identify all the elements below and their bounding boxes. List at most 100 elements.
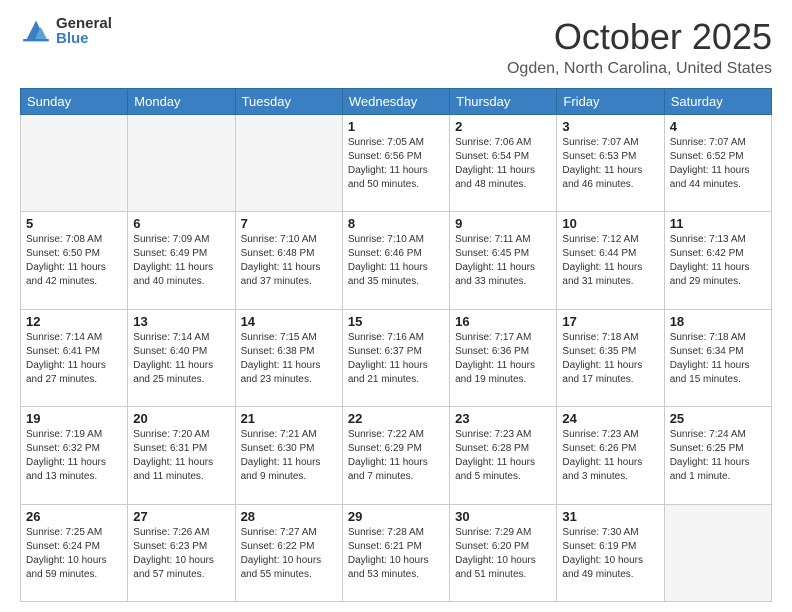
day-cell xyxy=(664,504,771,601)
header-row: SundayMondayTuesdayWednesdayThursdayFrid… xyxy=(21,89,772,115)
day-cell: 29 Sunrise: 7:28 AM Sunset: 6:21 PM Dayli… xyxy=(342,504,449,601)
day-cell: 10 Sunrise: 7:12 AM Sunset: 6:44 PM Dayli… xyxy=(557,212,664,309)
day-info: Sunrise: 7:23 AM Sunset: 6:26 PM Dayligh… xyxy=(562,428,658,484)
day-number: 6 xyxy=(133,216,229,231)
day-info: Sunrise: 7:26 AM Sunset: 6:23 PM Dayligh… xyxy=(133,526,229,582)
day-cell: 21 Sunrise: 7:21 AM Sunset: 6:30 PM Dayli… xyxy=(235,407,342,504)
day-cell: 4 Sunrise: 7:07 AM Sunset: 6:52 PM Daylig… xyxy=(664,115,771,212)
day-info: Sunrise: 7:27 AM Sunset: 6:22 PM Dayligh… xyxy=(241,526,337,582)
header-cell-tuesday: Tuesday xyxy=(235,89,342,115)
day-info: Sunrise: 7:15 AM Sunset: 6:38 PM Dayligh… xyxy=(241,331,337,387)
week-row-2: 12Sunrise: 7:14 AM Sunset: 6:41 PM Dayli… xyxy=(21,309,772,406)
day-number: 17 xyxy=(562,314,658,329)
day-cell: 24 Sunrise: 7:23 AM Sunset: 6:26 PM Dayli… xyxy=(557,407,664,504)
day-info: Sunrise: 7:28 AM Sunset: 6:21 PM Dayligh… xyxy=(348,526,444,582)
day-number: 19 xyxy=(26,411,122,426)
day-number: 7 xyxy=(241,216,337,231)
title-block: October 2025 Ogden, North Carolina, Unit… xyxy=(507,16,772,78)
day-cell: 28 Sunrise: 7:27 AM Sunset: 6:22 PM Dayli… xyxy=(235,504,342,601)
day-info: Sunrise: 7:07 AM Sunset: 6:52 PM Dayligh… xyxy=(670,136,766,192)
day-cell: 16 Sunrise: 7:17 AM Sunset: 6:36 PM Dayli… xyxy=(450,309,557,406)
day-number: 27 xyxy=(133,509,229,524)
day-cell xyxy=(128,115,235,212)
day-cell: 31 Sunrise: 7:30 AM Sunset: 6:19 PM Dayli… xyxy=(557,504,664,601)
day-info: Sunrise: 7:07 AM Sunset: 6:53 PM Dayligh… xyxy=(562,136,658,192)
day-cell xyxy=(235,115,342,212)
week-row-4: 26Sunrise: 7:25 AM Sunset: 6:24 PM Dayli… xyxy=(21,504,772,601)
day-cell: 22 Sunrise: 7:22 AM Sunset: 6:29 PM Dayli… xyxy=(342,407,449,504)
day-info: Sunrise: 7:18 AM Sunset: 6:35 PM Dayligh… xyxy=(562,331,658,387)
page: General Blue October 2025 Ogden, North C… xyxy=(0,0,792,612)
header-cell-sunday: Sunday xyxy=(21,89,128,115)
day-cell: 17 Sunrise: 7:18 AM Sunset: 6:35 PM Dayli… xyxy=(557,309,664,406)
day-info: Sunrise: 7:05 AM Sunset: 6:56 PM Dayligh… xyxy=(348,136,444,192)
day-number: 29 xyxy=(348,509,444,524)
day-cell: 9Sunrise: 7:11 AM Sunset: 6:45 PM Daylig… xyxy=(450,212,557,309)
day-info: Sunrise: 7:20 AM Sunset: 6:31 PM Dayligh… xyxy=(133,428,229,484)
day-number: 30 xyxy=(455,509,551,524)
header: General Blue October 2025 Ogden, North C… xyxy=(20,16,772,78)
day-number: 5 xyxy=(26,216,122,231)
day-number: 8 xyxy=(348,216,444,231)
day-cell: 8 Sunrise: 7:10 AM Sunset: 6:46 PM Daylig… xyxy=(342,212,449,309)
day-number: 14 xyxy=(241,314,337,329)
day-cell: 20Sunrise: 7:20 AM Sunset: 6:31 PM Dayli… xyxy=(128,407,235,504)
day-cell: 15 Sunrise: 7:16 AM Sunset: 6:37 PM Dayli… xyxy=(342,309,449,406)
day-info: Sunrise: 7:19 AM Sunset: 6:32 PM Dayligh… xyxy=(26,428,122,484)
header-cell-friday: Friday xyxy=(557,89,664,115)
day-number: 18 xyxy=(670,314,766,329)
day-number: 22 xyxy=(348,411,444,426)
day-number: 21 xyxy=(241,411,337,426)
day-info: Sunrise: 7:17 AM Sunset: 6:36 PM Dayligh… xyxy=(455,331,551,387)
day-number: 10 xyxy=(562,216,658,231)
day-number: 31 xyxy=(562,509,658,524)
day-info: Sunrise: 7:10 AM Sunset: 6:48 PM Dayligh… xyxy=(241,233,337,289)
day-info: Sunrise: 7:21 AM Sunset: 6:30 PM Dayligh… xyxy=(241,428,337,484)
day-cell: 2Sunrise: 7:06 AM Sunset: 6:54 PM Daylig… xyxy=(450,115,557,212)
logo-icon xyxy=(20,17,52,45)
calendar-header: SundayMondayTuesdayWednesdayThursdayFrid… xyxy=(21,89,772,115)
day-info: Sunrise: 7:18 AM Sunset: 6:34 PM Dayligh… xyxy=(670,331,766,387)
day-number: 24 xyxy=(562,411,658,426)
day-cell: 11 Sunrise: 7:13 AM Sunset: 6:42 PM Dayli… xyxy=(664,212,771,309)
day-cell: 23Sunrise: 7:23 AM Sunset: 6:28 PM Dayli… xyxy=(450,407,557,504)
day-number: 16 xyxy=(455,314,551,329)
day-info: Sunrise: 7:22 AM Sunset: 6:29 PM Dayligh… xyxy=(348,428,444,484)
week-row-0: 1 Sunrise: 7:05 AM Sunset: 6:56 PM Daylig… xyxy=(21,115,772,212)
day-info: Sunrise: 7:09 AM Sunset: 6:49 PM Dayligh… xyxy=(133,233,229,289)
day-info: Sunrise: 7:12 AM Sunset: 6:44 PM Dayligh… xyxy=(562,233,658,289)
day-number: 1 xyxy=(348,119,444,134)
day-info: Sunrise: 7:14 AM Sunset: 6:41 PM Dayligh… xyxy=(26,331,122,387)
day-cell: 13Sunrise: 7:14 AM Sunset: 6:40 PM Dayli… xyxy=(128,309,235,406)
header-cell-thursday: Thursday xyxy=(450,89,557,115)
day-number: 4 xyxy=(670,119,766,134)
day-number: 2 xyxy=(455,119,551,134)
day-cell: 12Sunrise: 7:14 AM Sunset: 6:41 PM Dayli… xyxy=(21,309,128,406)
day-info: Sunrise: 7:30 AM Sunset: 6:19 PM Dayligh… xyxy=(562,526,658,582)
header-cell-monday: Monday xyxy=(128,89,235,115)
day-info: Sunrise: 7:10 AM Sunset: 6:46 PM Dayligh… xyxy=(348,233,444,289)
day-number: 25 xyxy=(670,411,766,426)
day-info: Sunrise: 7:13 AM Sunset: 6:42 PM Dayligh… xyxy=(670,233,766,289)
day-info: Sunrise: 7:25 AM Sunset: 6:24 PM Dayligh… xyxy=(26,526,122,582)
day-cell: 1 Sunrise: 7:05 AM Sunset: 6:56 PM Daylig… xyxy=(342,115,449,212)
logo: General Blue xyxy=(20,16,112,46)
location: Ogden, North Carolina, United States xyxy=(507,60,772,78)
day-info: Sunrise: 7:29 AM Sunset: 6:20 PM Dayligh… xyxy=(455,526,551,582)
week-row-1: 5Sunrise: 7:08 AM Sunset: 6:50 PM Daylig… xyxy=(21,212,772,309)
day-number: 28 xyxy=(241,509,337,524)
day-cell: 25Sunrise: 7:24 AM Sunset: 6:25 PM Dayli… xyxy=(664,407,771,504)
day-number: 11 xyxy=(670,216,766,231)
calendar-body: 1 Sunrise: 7:05 AM Sunset: 6:56 PM Daylig… xyxy=(21,115,772,602)
day-cell: 5Sunrise: 7:08 AM Sunset: 6:50 PM Daylig… xyxy=(21,212,128,309)
header-cell-saturday: Saturday xyxy=(664,89,771,115)
day-number: 15 xyxy=(348,314,444,329)
day-cell: 14 Sunrise: 7:15 AM Sunset: 6:38 PM Dayli… xyxy=(235,309,342,406)
day-cell: 7 Sunrise: 7:10 AM Sunset: 6:48 PM Daylig… xyxy=(235,212,342,309)
day-cell xyxy=(21,115,128,212)
day-cell: 6 Sunrise: 7:09 AM Sunset: 6:49 PM Daylig… xyxy=(128,212,235,309)
day-info: Sunrise: 7:23 AM Sunset: 6:28 PM Dayligh… xyxy=(455,428,551,484)
logo-general: General xyxy=(56,16,112,31)
day-info: Sunrise: 7:14 AM Sunset: 6:40 PM Dayligh… xyxy=(133,331,229,387)
day-info: Sunrise: 7:16 AM Sunset: 6:37 PM Dayligh… xyxy=(348,331,444,387)
